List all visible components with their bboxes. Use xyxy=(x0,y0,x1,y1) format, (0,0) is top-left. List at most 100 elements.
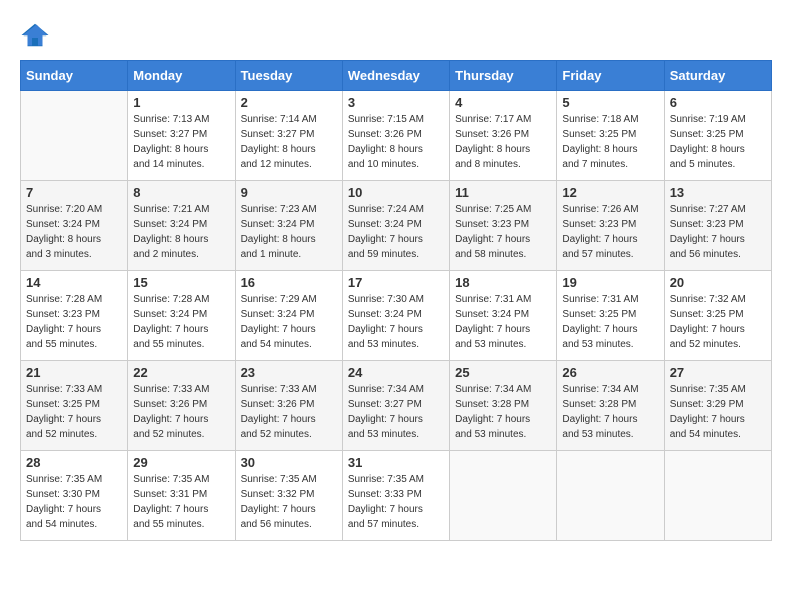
day-number: 14 xyxy=(26,275,122,290)
calendar-cell: 13 Sunrise: 7:27 AM Sunset: 3:23 PM Dayli… xyxy=(664,181,771,271)
day-info: Sunrise: 7:35 AM Sunset: 3:29 PM Dayligh… xyxy=(670,382,766,442)
day-info: Sunrise: 7:33 AM Sunset: 3:26 PM Dayligh… xyxy=(241,382,337,442)
calendar-cell: 5 Sunrise: 7:18 AM Sunset: 3:25 PM Daylig… xyxy=(557,91,664,181)
calendar-cell: 3 Sunrise: 7:15 AM Sunset: 3:26 PM Daylig… xyxy=(342,91,449,181)
logo xyxy=(20,20,54,50)
day-info: Sunrise: 7:15 AM Sunset: 3:26 PM Dayligh… xyxy=(348,112,444,172)
day-header-sunday: Sunday xyxy=(21,61,128,91)
calendar-cell: 15 Sunrise: 7:28 AM Sunset: 3:24 PM Dayli… xyxy=(128,271,235,361)
calendar-cell: 12 Sunrise: 7:26 AM Sunset: 3:23 PM Dayli… xyxy=(557,181,664,271)
day-info: Sunrise: 7:17 AM Sunset: 3:26 PM Dayligh… xyxy=(455,112,551,172)
calendar-cell: 17Sunrise: 7:30 AM Sunset: 3:24 PM Dayli… xyxy=(342,271,449,361)
day-header-monday: Monday xyxy=(128,61,235,91)
day-number: 18 xyxy=(455,275,551,290)
calendar-cell xyxy=(664,451,771,541)
calendar-cell: 20 Sunrise: 7:32 AM Sunset: 3:25 PM Dayli… xyxy=(664,271,771,361)
day-number: 30 xyxy=(241,455,337,470)
day-header-thursday: Thursday xyxy=(450,61,557,91)
calendar-cell: 6 Sunrise: 7:19 AM Sunset: 3:25 PM Daylig… xyxy=(664,91,771,181)
day-info: Sunrise: 7:35 AM Sunset: 3:32 PM Dayligh… xyxy=(241,472,337,532)
day-number: 11 xyxy=(455,185,551,200)
day-info: Sunrise: 7:35 AM Sunset: 3:31 PM Dayligh… xyxy=(133,472,229,532)
calendar-cell: 23 Sunrise: 7:33 AM Sunset: 3:26 PM Dayli… xyxy=(235,361,342,451)
day-number: 12 xyxy=(562,185,658,200)
day-info: Sunrise: 7:27 AM Sunset: 3:23 PM Dayligh… xyxy=(670,202,766,262)
day-number: 13 xyxy=(670,185,766,200)
calendar-cell: 21 Sunrise: 7:33 AM Sunset: 3:25 PM Dayli… xyxy=(21,361,128,451)
calendar-cell: 19 Sunrise: 7:31 AM Sunset: 3:25 PM Dayli… xyxy=(557,271,664,361)
calendar-week-row: 14 Sunrise: 7:28 AM Sunset: 3:23 PM Dayli… xyxy=(21,271,772,361)
day-number: 29 xyxy=(133,455,229,470)
day-info: Sunrise: 7:24 AM Sunset: 3:24 PM Dayligh… xyxy=(348,202,444,262)
day-number: 9 xyxy=(241,185,337,200)
calendar-cell: 25 Sunrise: 7:34 AM Sunset: 3:28 PM Dayli… xyxy=(450,361,557,451)
day-info: Sunrise: 7:31 AM Sunset: 3:24 PM Dayligh… xyxy=(455,292,551,352)
day-info: Sunrise: 7:19 AM Sunset: 3:25 PM Dayligh… xyxy=(670,112,766,172)
day-number: 28 xyxy=(26,455,122,470)
calendar-cell xyxy=(557,451,664,541)
day-info: Sunrise: 7:34 AM Sunset: 3:28 PM Dayligh… xyxy=(562,382,658,442)
day-number: 31 xyxy=(348,455,444,470)
day-info: Sunrise: 7:28 AM Sunset: 3:23 PM Dayligh… xyxy=(26,292,122,352)
calendar-week-row: 7Sunrise: 7:20 AM Sunset: 3:24 PM Daylig… xyxy=(21,181,772,271)
day-number: 16 xyxy=(241,275,337,290)
day-info: Sunrise: 7:25 AM Sunset: 3:23 PM Dayligh… xyxy=(455,202,551,262)
day-header-tuesday: Tuesday xyxy=(235,61,342,91)
calendar-cell: 7Sunrise: 7:20 AM Sunset: 3:24 PM Daylig… xyxy=(21,181,128,271)
day-number: 5 xyxy=(562,95,658,110)
day-header-wednesday: Wednesday xyxy=(342,61,449,91)
calendar-cell xyxy=(21,91,128,181)
calendar-body: 1Sunrise: 7:13 AM Sunset: 3:27 PM Daylig… xyxy=(21,91,772,541)
day-info: Sunrise: 7:18 AM Sunset: 3:25 PM Dayligh… xyxy=(562,112,658,172)
day-number: 19 xyxy=(562,275,658,290)
day-number: 27 xyxy=(670,365,766,380)
calendar-cell: 22Sunrise: 7:33 AM Sunset: 3:26 PM Dayli… xyxy=(128,361,235,451)
day-info: Sunrise: 7:33 AM Sunset: 3:25 PM Dayligh… xyxy=(26,382,122,442)
day-number: 25 xyxy=(455,365,551,380)
calendar-cell xyxy=(450,451,557,541)
calendar-cell: 30 Sunrise: 7:35 AM Sunset: 3:32 PM Dayli… xyxy=(235,451,342,541)
day-number: 6 xyxy=(670,95,766,110)
calendar-cell: 31Sunrise: 7:35 AM Sunset: 3:33 PM Dayli… xyxy=(342,451,449,541)
day-info: Sunrise: 7:32 AM Sunset: 3:25 PM Dayligh… xyxy=(670,292,766,352)
day-number: 26 xyxy=(562,365,658,380)
day-info: Sunrise: 7:35 AM Sunset: 3:30 PM Dayligh… xyxy=(26,472,122,532)
day-info: Sunrise: 7:30 AM Sunset: 3:24 PM Dayligh… xyxy=(348,292,444,352)
day-number: 20 xyxy=(670,275,766,290)
day-header-saturday: Saturday xyxy=(664,61,771,91)
calendar-cell: 28 Sunrise: 7:35 AM Sunset: 3:30 PM Dayli… xyxy=(21,451,128,541)
day-number: 21 xyxy=(26,365,122,380)
page-header xyxy=(20,20,772,50)
day-info: Sunrise: 7:14 AM Sunset: 3:27 PM Dayligh… xyxy=(241,112,337,172)
calendar-cell: 26 Sunrise: 7:34 AM Sunset: 3:28 PM Dayli… xyxy=(557,361,664,451)
calendar-cell: 1Sunrise: 7:13 AM Sunset: 3:27 PM Daylig… xyxy=(128,91,235,181)
day-info: Sunrise: 7:21 AM Sunset: 3:24 PM Dayligh… xyxy=(133,202,229,262)
day-info: Sunrise: 7:31 AM Sunset: 3:25 PM Dayligh… xyxy=(562,292,658,352)
calendar-week-row: 1Sunrise: 7:13 AM Sunset: 3:27 PM Daylig… xyxy=(21,91,772,181)
day-number: 7 xyxy=(26,185,122,200)
calendar-cell: 9 Sunrise: 7:23 AM Sunset: 3:24 PM Daylig… xyxy=(235,181,342,271)
day-number: 8 xyxy=(133,185,229,200)
calendar-cell: 16Sunrise: 7:29 AM Sunset: 3:24 PM Dayli… xyxy=(235,271,342,361)
day-info: Sunrise: 7:23 AM Sunset: 3:24 PM Dayligh… xyxy=(241,202,337,262)
day-number: 23 xyxy=(241,365,337,380)
calendar-header-row: SundayMondayTuesdayWednesdayThursdayFrid… xyxy=(21,61,772,91)
day-number: 1 xyxy=(133,95,229,110)
day-info: Sunrise: 7:28 AM Sunset: 3:24 PM Dayligh… xyxy=(133,292,229,352)
calendar-week-row: 28 Sunrise: 7:35 AM Sunset: 3:30 PM Dayli… xyxy=(21,451,772,541)
day-number: 2 xyxy=(241,95,337,110)
day-number: 10 xyxy=(348,185,444,200)
calendar-cell: 11 Sunrise: 7:25 AM Sunset: 3:23 PM Dayli… xyxy=(450,181,557,271)
day-info: Sunrise: 7:34 AM Sunset: 3:27 PM Dayligh… xyxy=(348,382,444,442)
calendar-week-row: 21 Sunrise: 7:33 AM Sunset: 3:25 PM Dayli… xyxy=(21,361,772,451)
calendar-cell: 2 Sunrise: 7:14 AM Sunset: 3:27 PM Daylig… xyxy=(235,91,342,181)
day-info: Sunrise: 7:33 AM Sunset: 3:26 PM Dayligh… xyxy=(133,382,229,442)
day-info: Sunrise: 7:34 AM Sunset: 3:28 PM Dayligh… xyxy=(455,382,551,442)
day-number: 15 xyxy=(133,275,229,290)
day-number: 3 xyxy=(348,95,444,110)
calendar-cell: 24Sunrise: 7:34 AM Sunset: 3:27 PM Dayli… xyxy=(342,361,449,451)
calendar-cell: 27 Sunrise: 7:35 AM Sunset: 3:29 PM Dayli… xyxy=(664,361,771,451)
day-info: Sunrise: 7:26 AM Sunset: 3:23 PM Dayligh… xyxy=(562,202,658,262)
day-number: 4 xyxy=(455,95,551,110)
calendar-cell: 29 Sunrise: 7:35 AM Sunset: 3:31 PM Dayli… xyxy=(128,451,235,541)
